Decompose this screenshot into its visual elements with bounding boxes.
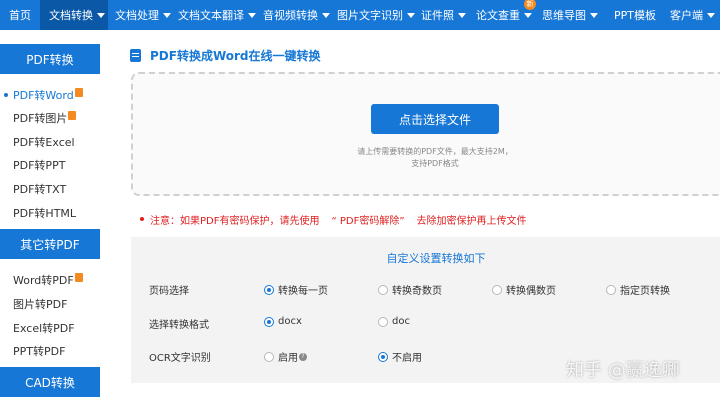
chevron-down-icon — [458, 12, 466, 18]
sidebar-item-pdf-to-word[interactable]: PDF转Word — [0, 83, 100, 107]
help-icon[interactable]: ? — [299, 352, 307, 361]
sidebar-header-cad-convert[interactable]: CAD转换 — [0, 367, 100, 397]
radio-checked-icon — [378, 351, 388, 362]
chevron-down-icon — [590, 12, 598, 18]
chevron-down-icon — [163, 12, 171, 18]
radio-unchecked-icon — [264, 351, 274, 362]
radio-checked-icon — [264, 316, 274, 327]
sidebar-header-other-to-pdf[interactable]: 其它转PDF — [0, 229, 100, 259]
new-badge: 新 — [524, 0, 536, 10]
nav-image-ocr[interactable]: 图片文字识别 — [333, 0, 418, 30]
radio-specified-pages[interactable]: 指定页转换 — [606, 282, 670, 297]
upload-dropzone[interactable] — [131, 72, 720, 196]
zhihu-watermark: 知乎 @赢逸卿 — [566, 360, 680, 381]
chevron-down-icon — [248, 12, 256, 18]
chevron-down-icon — [524, 12, 532, 18]
page-title: PDF转换成Word在线一键转换 — [150, 48, 321, 63]
sidebar-item-pdf-to-txt[interactable]: PDF转TXT — [0, 177, 100, 201]
radio-ocr-disable[interactable]: 不启用 — [378, 349, 422, 364]
sidebar-item-pdf-to-html[interactable]: PDF转HTML — [0, 201, 100, 225]
ocr-label: OCR文字识别 — [149, 353, 211, 364]
radio-unchecked-icon — [378, 284, 388, 295]
page-select-label: 页码选择 — [149, 286, 189, 297]
nav-id-photo[interactable]: 证件照 — [418, 0, 472, 30]
sidebar-item-pdf-to-ppt[interactable]: PDF转PPT — [0, 153, 100, 177]
password-notice: 注意：如果PDF有密码保护，请先使用 “ PDF密码解除” 去除加密保护再上传文… — [140, 212, 527, 227]
chevron-down-icon — [407, 12, 415, 18]
radio-doc[interactable]: doc — [378, 316, 410, 327]
settings-title: 自定义设置转换如下 — [386, 252, 486, 265]
hot-icon — [68, 110, 77, 120]
nav-document-convert[interactable]: 文档转换 — [40, 0, 108, 30]
nav-av-convert[interactable]: 音视频转换 — [259, 0, 333, 30]
radio-even-pages[interactable]: 转换偶数页 — [492, 282, 556, 297]
sidebar: PDF转换 PDF转Word PDF转图片 PDF转Excel PDF转PPT … — [0, 30, 100, 400]
sidebar-item-word-to-pdf[interactable]: Word转PDF — [0, 268, 100, 292]
page-title-row: PDF转换成Word在线一键转换 — [130, 45, 321, 65]
document-icon — [130, 48, 141, 62]
choose-file-button[interactable]: 点击选择文件 — [371, 104, 499, 134]
sidebar-item-image-to-pdf[interactable]: 图片转PDF — [0, 292, 100, 316]
chevron-down-icon — [322, 12, 330, 18]
nav-ppt-template[interactable]: PPT模板 — [606, 0, 662, 30]
upload-hint-line1: 请上传需要转换的PDF文件，最大支持2M， — [357, 147, 513, 156]
chevron-down-icon — [97, 12, 105, 18]
radio-ocr-enable[interactable]: 启用? — [264, 349, 307, 364]
radio-unchecked-icon — [492, 284, 502, 295]
nav-plagiarism-check[interactable]: 论文查重新 — [472, 0, 538, 30]
active-dot-icon — [4, 93, 8, 97]
nav-mind-map[interactable]: 思维导图 — [538, 0, 606, 30]
radio-docx[interactable]: docx — [264, 316, 302, 327]
hot-icon — [74, 87, 83, 97]
upload-hint-line2: 支持PDF格式 — [411, 159, 459, 168]
hot-icon — [74, 272, 83, 282]
bullet-icon — [140, 217, 144, 221]
nav-document-process[interactable]: 文档处理 — [108, 0, 174, 30]
radio-unchecked-icon — [606, 284, 616, 295]
format-select-label: 选择转换格式 — [149, 320, 209, 331]
chevron-down-icon — [707, 12, 715, 18]
sidebar-item-pdf-to-image[interactable]: PDF转图片 — [0, 106, 100, 130]
radio-every-page[interactable]: 转换每一页 — [264, 282, 328, 297]
top-nav: 首页 文档转换 文档处理 文档文本翻译 音视频转换 图片文字识别 证件照 论文查… — [0, 0, 720, 30]
radio-unchecked-icon — [378, 316, 388, 327]
nav-home[interactable]: 首页 — [0, 0, 40, 30]
sidebar-header-pdf-convert[interactable]: PDF转换 — [0, 44, 100, 74]
pdf-password-remove-link[interactable]: “ PDF密码解除” — [331, 212, 404, 227]
sidebar-item-ppt-to-pdf[interactable]: PPT转PDF — [0, 339, 100, 363]
nav-document-translate[interactable]: 文档文本翻译 — [174, 0, 259, 30]
nav-client[interactable]: 客户端 — [662, 0, 720, 30]
sidebar-item-pdf-to-excel[interactable]: PDF转Excel — [0, 130, 100, 154]
radio-odd-pages[interactable]: 转换奇数页 — [378, 282, 442, 297]
sidebar-item-excel-to-pdf[interactable]: Excel转PDF — [0, 316, 100, 340]
radio-checked-icon — [264, 284, 274, 295]
